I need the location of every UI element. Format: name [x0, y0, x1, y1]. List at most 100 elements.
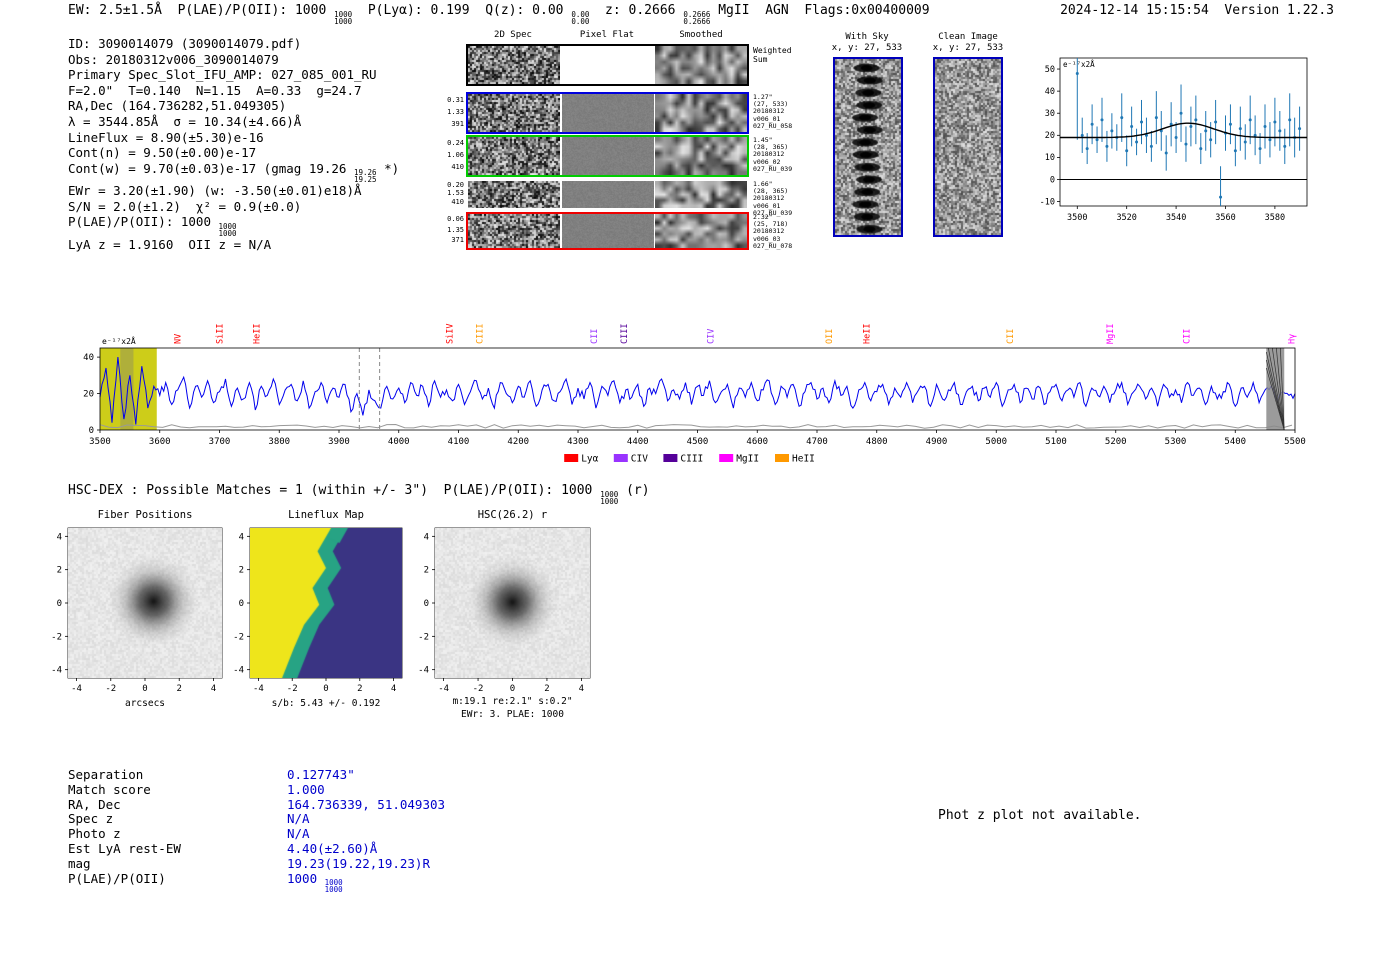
fit-plot-yticks: -10 0 10 20 30 40 50 [1040, 65, 1060, 207]
match-row-label: Est LyA rest-EW [68, 840, 181, 856]
noise-floor-line [99, 423, 1293, 429]
svg-text:CIII: CIII [680, 454, 703, 465]
svg-text:4300: 4300 [567, 437, 589, 447]
svg-text:-2: -2 [418, 632, 429, 642]
svg-text:4000: 4000 [388, 437, 410, 447]
spectrum-yticks: 0 20 40 [83, 353, 100, 436]
svg-text:4600: 4600 [746, 437, 768, 447]
catalog-match-table: Separation 0.127743" Match score 1.000 RA, D… [68, 767, 445, 895]
smoothed-canvas [655, 214, 747, 248]
match-row-value: N/A [287, 811, 310, 827]
svg-text:3900: 3900 [328, 437, 350, 447]
svg-text:5000: 5000 [985, 437, 1007, 447]
svg-text:3500: 3500 [1067, 213, 1087, 223]
svg-text:-4: -4 [253, 684, 264, 694]
svg-text:-4: -4 [438, 684, 449, 694]
svg-text:5200: 5200 [1105, 437, 1127, 447]
stacked-fraction: 1000 1000 [219, 223, 237, 238]
svg-text:4500: 4500 [687, 437, 709, 447]
match-table-row: Separation 0.127743" [68, 767, 445, 783]
svg-text:-2: -2 [473, 684, 484, 694]
svg-text:3580: 3580 [1265, 213, 1285, 223]
catalog-match-header: HSC-DEX : Possible Matches = 1 (within +… [68, 483, 650, 506]
spec2d-cutout-canvas [468, 214, 560, 248]
info-line-7: Cont(n) = 9.50(±0.00)e-17 [68, 145, 257, 161]
svg-text:5100: 5100 [1045, 437, 1067, 447]
spec2d-fiber-row [466, 135, 749, 177]
spec2d-cutout-canvas [468, 46, 560, 84]
svg-text:50: 50 [1045, 65, 1055, 75]
svg-text:4200: 4200 [507, 437, 529, 447]
match-table-row: P(LAE)/P(OII) 1000 1000 1000 [68, 870, 445, 895]
info-line-5: λ = 3544.85Å σ = 10.34(±4.66)Å [68, 113, 302, 129]
photz-note: Phot z plot not available. [938, 808, 1142, 823]
spec2d-panel: 2D Spec Pixel Flat Smoothed Weighted Sum 0.3… [445, 28, 795, 263]
flux-units-label: e⁻¹⁷x2Å [1063, 60, 1095, 69]
emission-label-NV: NV [174, 334, 184, 344]
spec2d-annotation-line: 027_RU_039 [753, 164, 793, 173]
svg-text:-4: -4 [418, 666, 429, 676]
smoothed-canvas [655, 94, 747, 132]
elixer-report-page: EW: 2.5±1.5Å P(LAE)/P(OII): 1000 1000 100… [0, 0, 1400, 953]
spec2d-column-header: Smoothed [679, 30, 723, 40]
spec2d-left-label: 0.31 [447, 96, 464, 104]
pixel-flat-canvas [561, 214, 654, 248]
stacked-fraction: 1000 1000 [325, 879, 343, 894]
withsky-title: With Sky [845, 32, 889, 42]
spec2d-row-annotation: 1.27" (27, 533) 20180312 v006_01 027_RU_058 [753, 93, 795, 130]
lineflux_map-title: Lineflux Map [288, 509, 364, 521]
hsc-caption-0: m:19.1 re:2.1" s:0.2" [452, 696, 572, 707]
match-row-value: 1000 1000 1000 [287, 870, 343, 895]
stacked-fraction: 1000 1000 [600, 490, 618, 505]
match-row-value: N/A [287, 826, 310, 842]
svg-text:-10: -10 [1040, 197, 1055, 207]
spec2d-left-label: 1.06 [447, 151, 464, 159]
spectrum-legend: Lyα CIV CIII MgII HeII [564, 454, 815, 465]
emission-label-Hγ: Hγ [1287, 334, 1297, 344]
fraction-bottom: 0.2666 [683, 16, 711, 26]
spec2d-left-label: 0.06 [447, 215, 464, 223]
match-row-value: 1.000 [287, 781, 325, 797]
svg-text:0: 0 [57, 599, 62, 609]
match-row-label: mag [68, 855, 91, 871]
spec2d-column-header: Pixel Flat [579, 30, 635, 40]
svg-text:5300: 5300 [1165, 437, 1187, 447]
svg-text:2: 2 [357, 684, 362, 694]
svg-text:3540: 3540 [1166, 213, 1186, 223]
svg-text:-2: -2 [105, 684, 116, 694]
spec2d-left-label: 1.35 [447, 225, 464, 234]
spec2d-row-annotation: 2.32" (25, 718) 20180312 v006_03 027_RU_078 [753, 213, 795, 250]
masked-region-hatch [1265, 347, 1285, 431]
spec2d-cutout-canvas [468, 94, 560, 132]
spec2d-row-left-labels: 0.31 1.33 391 [445, 94, 464, 130]
emission-label-SiIV: SiIV [446, 324, 456, 344]
svg-text:2: 2 [544, 684, 549, 694]
svg-text:2: 2 [239, 566, 244, 576]
full-spectrum-plot: 3500 3600 3700 3800 3900 4000 4100 4200 4300 4400… [83, 324, 1306, 465]
pixel-flat-canvas [561, 181, 654, 208]
pixel-flat-canvas [561, 137, 654, 175]
timestamp: 2024-12-14 15:15:54 Version 1.22.3 [1060, 3, 1334, 18]
svg-text:MgII: MgII [736, 454, 759, 465]
svg-text:4: 4 [424, 532, 429, 542]
svg-text:20: 20 [1045, 131, 1055, 141]
spec2d-annotation-line: 027_RU_078 [753, 241, 793, 250]
spectrum-xticks: 3500 3600 3700 3800 3900 4000 4100 4200 4300 4400… [89, 430, 1306, 447]
svg-text:0: 0 [424, 599, 429, 609]
spec2d-fiber-row [466, 92, 749, 134]
emission-label-CIII: CIII [475, 324, 485, 344]
spec2d-left-label: 371 [451, 236, 464, 245]
spec2d-left-label: 410 [451, 197, 464, 206]
info-line-11: P(LAE)/P(OII): 1000 1000 1000 [68, 214, 237, 238]
svg-text:30: 30 [1045, 109, 1055, 119]
match-row-value: 0.127743" [287, 767, 355, 782]
emission-label-HeII: HeII [253, 324, 263, 344]
match-row-value: 4.40(±2.60)Å [287, 840, 378, 856]
svg-text:Lyα: Lyα [581, 454, 598, 465]
spec2d-left-label: 1.53 [447, 189, 464, 198]
fraction-bottom: 19.25 [353, 175, 377, 185]
spec2d-weighted-row [466, 44, 749, 86]
withsky-image-panel [833, 57, 903, 237]
match-row-label: Spec z [68, 811, 114, 827]
emission-label-MgII: MgII [1106, 324, 1116, 344]
